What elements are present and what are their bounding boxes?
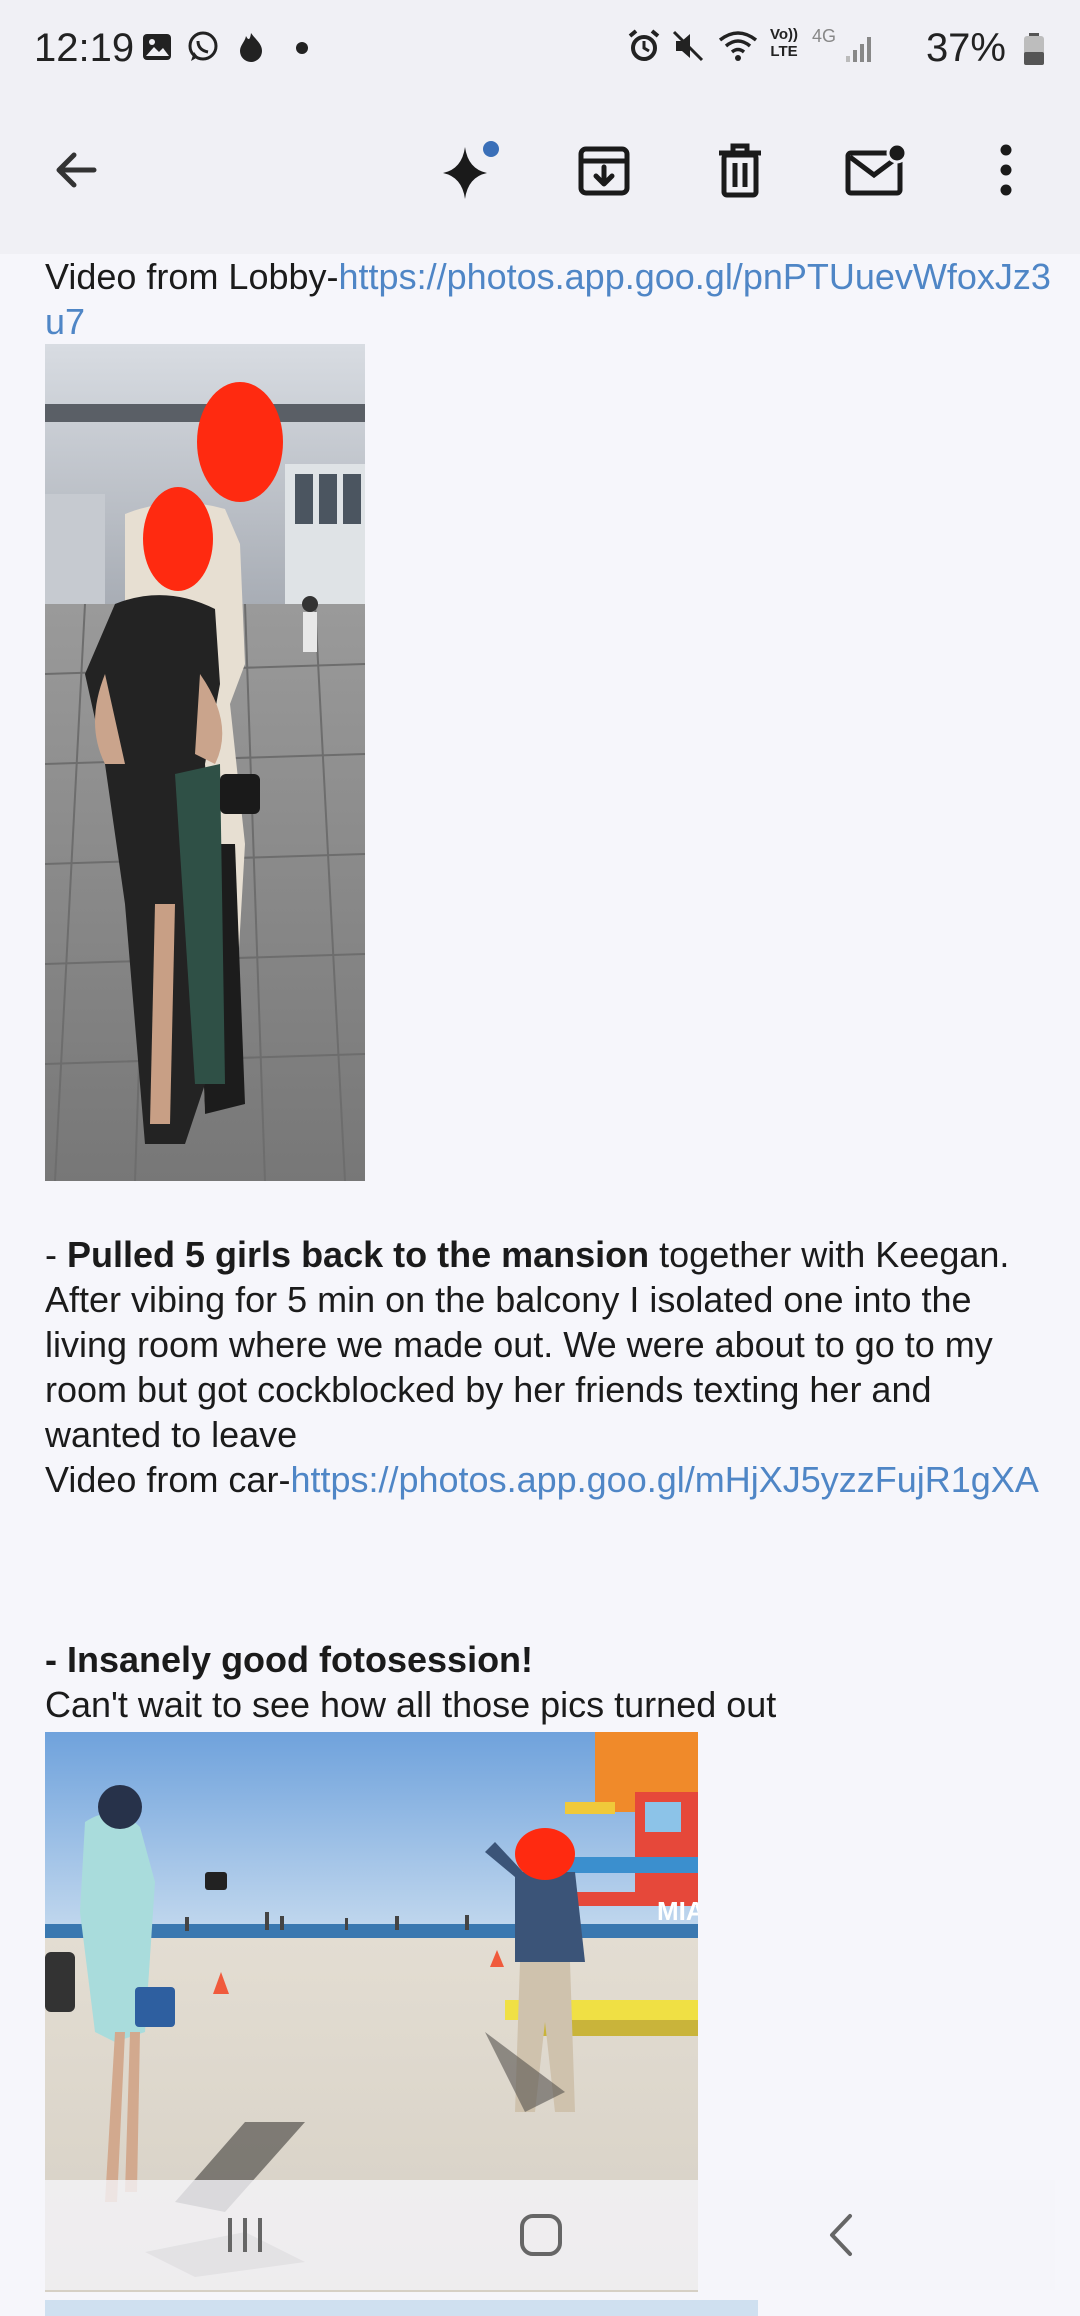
alarm-icon (628, 29, 660, 61)
home-icon (520, 2214, 562, 2256)
battery-percent: 37% (925, 26, 1006, 70)
mark-unread-button[interactable] (836, 130, 916, 210)
back-button[interactable] (36, 130, 116, 210)
home-button[interactable] (501, 2200, 581, 2270)
network-type: 4G (812, 26, 837, 46)
status-time: 12:19 (34, 26, 135, 70)
status-icons-right: Vo)) LTE 4G 37% (626, 22, 1046, 74)
redaction-blob (515, 1828, 575, 1880)
redaction-blob (143, 487, 213, 591)
lobby-video-line: Video from Lobby-https://photos.app.goo.… (45, 254, 1055, 344)
trash-icon (719, 143, 761, 198)
archive-icon (578, 146, 630, 196)
car-video-label: Video from car- (45, 1459, 291, 1500)
email-body: Video from Lobby-https://photos.app.goo.… (0, 254, 1080, 2316)
volte-indicator: Vo)) LTE (769, 26, 799, 60)
lobby-video-label: Video from Lobby- (45, 256, 339, 297)
couple-photo-image (45, 344, 365, 1181)
mail-unread-icon (845, 142, 908, 196)
fotosession-text: Can't wait to see how all those pics tur… (45, 1684, 777, 1725)
couple-photo[interactable] (45, 344, 365, 1181)
tower-sign-text: MIA (657, 1896, 698, 1926)
archive-button[interactable] (564, 130, 644, 210)
gemini-button[interactable] (430, 130, 510, 210)
car-video-line: Video from car-https://photos.app.goo.gl… (45, 1457, 1055, 1502)
delete-button[interactable] (700, 130, 780, 210)
more-options-button[interactable] (966, 130, 1046, 210)
screen: 12:19 Vo)) LTE 4G 37% Video from Lobby-h… (0, 0, 1080, 2316)
mansion-dash: - (45, 1234, 67, 1275)
fotosession-bold: - Insanely good fotosession! (45, 1639, 534, 1680)
wifi-icon (718, 31, 758, 61)
gallery-icon (143, 34, 171, 60)
mansion-bold: Pulled 5 girls back to the mansion (67, 1234, 650, 1275)
notification-dot-icon (296, 42, 308, 54)
recents-button[interactable] (205, 2200, 285, 2270)
arrow-left-icon (56, 152, 97, 188)
car-video-link[interactable]: https://photos.app.goo.gl/mHjXJ5yzzFujR1… (290, 1459, 1038, 1500)
more-vert-icon (1000, 144, 1012, 196)
system-nav-bar (45, 2180, 1055, 2290)
back-chevron-icon (830, 2214, 852, 2256)
battery-icon (1024, 33, 1044, 65)
next-image-preview (45, 2300, 758, 2316)
nav-back-button[interactable] (803, 2200, 883, 2270)
whatsapp-icon (188, 31, 218, 61)
sparkle-icon (443, 141, 499, 199)
status-bar: 12:19 Vo)) LTE 4G 37% (0, 0, 1080, 96)
email-toolbar (0, 96, 1080, 254)
mansion-paragraph: - Pulled 5 girls back to the mansion tog… (45, 1232, 1055, 1457)
mute-icon (672, 30, 704, 62)
signal-icon (846, 37, 871, 62)
flame-icon (240, 33, 262, 62)
redaction-blob (197, 382, 283, 502)
fotosession-paragraph: - Insanely good fotosession! Can't wait … (45, 1637, 1055, 1727)
recents-icon (228, 2218, 262, 2252)
